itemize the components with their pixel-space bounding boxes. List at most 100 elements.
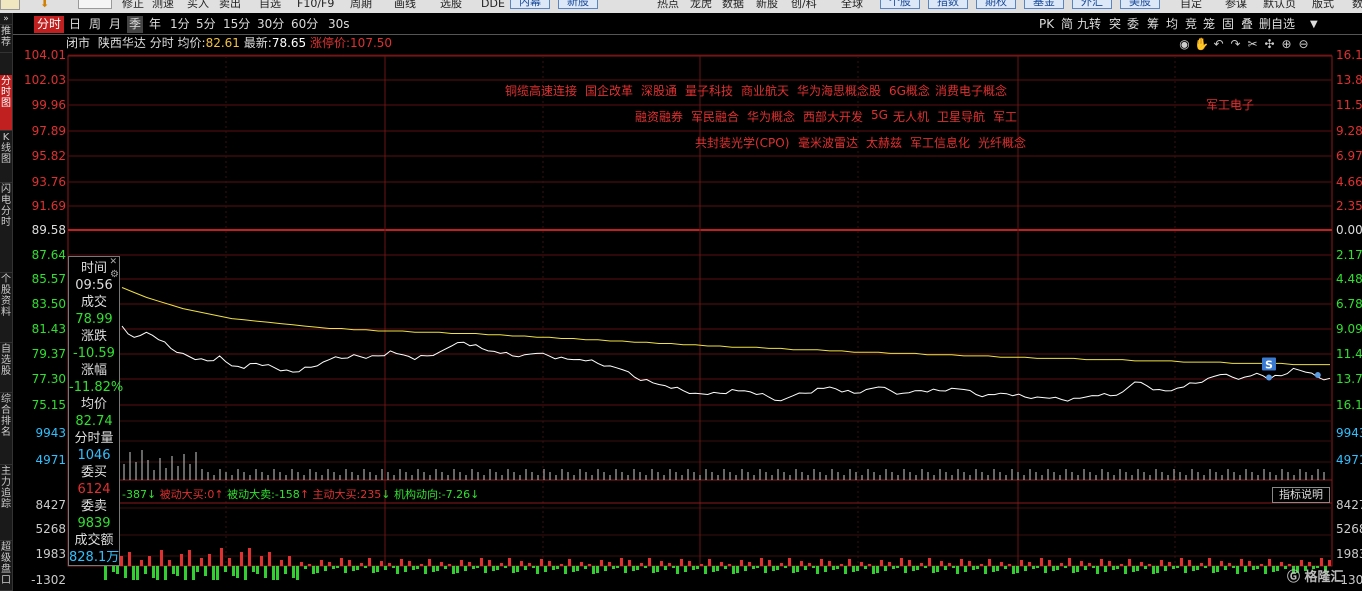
concept-tag[interactable]: 无人机 [893,108,929,125]
concept-tag[interactable]: 太赫兹 [866,134,902,151]
flow-bar [708,559,711,566]
indicator-help-button[interactable]: 指标说明 [1272,487,1330,503]
flow-bar [596,566,599,573]
flow-label-2: 被动大买: [159,488,208,501]
flow-value-1: -387 [122,488,147,501]
concept-tag[interactable]: 西部大开发 [803,108,863,125]
flow-bar [408,561,411,566]
concept-tag[interactable]: 铜缆高速连接 [505,82,577,99]
flow-bar [176,566,179,576]
flow-tick-label: -1302 [31,573,66,587]
flow-bar [664,566,667,570]
flow-bar [476,566,479,568]
flow-bar [544,566,547,572]
flow-bar [564,566,567,574]
flow-bar [1064,566,1067,568]
flow-bar [812,566,815,568]
flow-bar [828,561,831,566]
signal-dot [1314,372,1321,379]
flow-bar [484,566,487,573]
concept-tag[interactable]: 华为概念 [747,108,795,125]
flow-label-4: 主动大买: [312,488,361,501]
panel-ask-label: 委卖 [80,499,107,514]
flow-bar [1236,566,1239,574]
flow-bar [144,566,147,574]
timeshare-chart[interactable]: 104.01 102.03 99.96 97.89 95.82 93.76 91.69 89.… [0,0,1362,591]
flow-bar [1276,566,1279,571]
pct-tick-label: 4.66% [1336,175,1362,189]
flow-bar [956,566,959,574]
flow-bar [264,566,267,578]
concept-tag[interactable]: 华为海思概念股 [797,82,881,99]
flow-bar [1104,566,1107,572]
flow-bar [316,566,319,573]
flow-bars [100,548,1331,580]
flow-bar [916,566,919,570]
concept-tag[interactable]: 军工 [993,108,1017,125]
flow-bar [1136,566,1139,571]
flow-bar [896,566,899,568]
flow-tick-label: 5268 [1336,522,1362,536]
concept-tag[interactable]: 共封装光学(CPO) [695,134,789,151]
flow-bar [1176,566,1179,568]
flow-bar [620,558,623,566]
flow-bar [964,566,967,572]
flow-bar [864,566,867,569]
flow-bar [1108,561,1111,566]
flow-bar [344,566,347,573]
flow-bar [260,556,263,566]
flow-bar [928,558,931,566]
concept-tag[interactable]: 光纤概念 [978,134,1026,151]
panel-time-label: 时间 [80,261,107,276]
flow-bar [1116,566,1119,569]
concept-tag[interactable]: 商业航天 [741,82,789,99]
flow-bar [820,559,823,566]
flow-bar [1260,564,1263,566]
flow-bar [140,560,143,566]
flow-bar [1320,558,1323,566]
flow-bar [376,566,379,572]
flow-bar [320,560,323,566]
price-tick-label: 79.37 [32,347,66,361]
flow-tick-label: 8427 [35,498,66,512]
concept-tag[interactable]: 量子科技 [685,82,733,99]
concept-tag[interactable]: 5G [871,108,888,122]
flow-bar [692,566,695,570]
flow-bar [1148,564,1151,566]
flow-bar [452,566,455,574]
pct-tick-label: 11.40% [1336,347,1362,361]
concept-tag[interactable]: 军民融合 [691,108,739,125]
vol-tick-label: 4971 [35,453,66,467]
flow-bar [996,566,999,571]
concept-tag[interactable]: 深股通 [641,82,677,99]
flow-bar [332,566,335,569]
concept-tag[interactable]: 消费电子概念 [935,82,1007,99]
flow-bar [760,558,763,566]
concept-tag[interactable]: 6G概念 [889,82,930,99]
flow-bar [1188,560,1191,566]
flow-bar [180,554,183,566]
flow-bar [764,566,767,573]
flow-bar [336,566,339,568]
flow-bar [776,566,779,570]
flow-bar [112,566,115,572]
flow-bar [608,562,611,566]
flow-bar [1164,566,1167,571]
flow-bar [580,562,583,566]
signal-dot [1265,374,1272,381]
pct-tick-label: 16.12% [1336,48,1362,62]
concept-tag[interactable]: 卫星导航 [937,108,985,125]
flow-bar [1152,566,1155,574]
flow-bar [312,566,315,574]
flow-bar [552,566,555,570]
flow-bar [884,566,887,571]
flow-bar [1220,561,1223,566]
concept-tag[interactable]: 国企改革 [585,82,633,99]
concept-tag[interactable]: 军工信息化 [910,134,970,151]
flow-bar [672,566,675,568]
flow-bar [1264,566,1267,574]
flow-bar [508,558,511,566]
concept-tag[interactable]: 毫米波雷达 [798,134,858,151]
concept-tag[interactable]: 军工电子 [1206,96,1254,113]
concept-tag[interactable]: 融资融券 [635,108,683,125]
